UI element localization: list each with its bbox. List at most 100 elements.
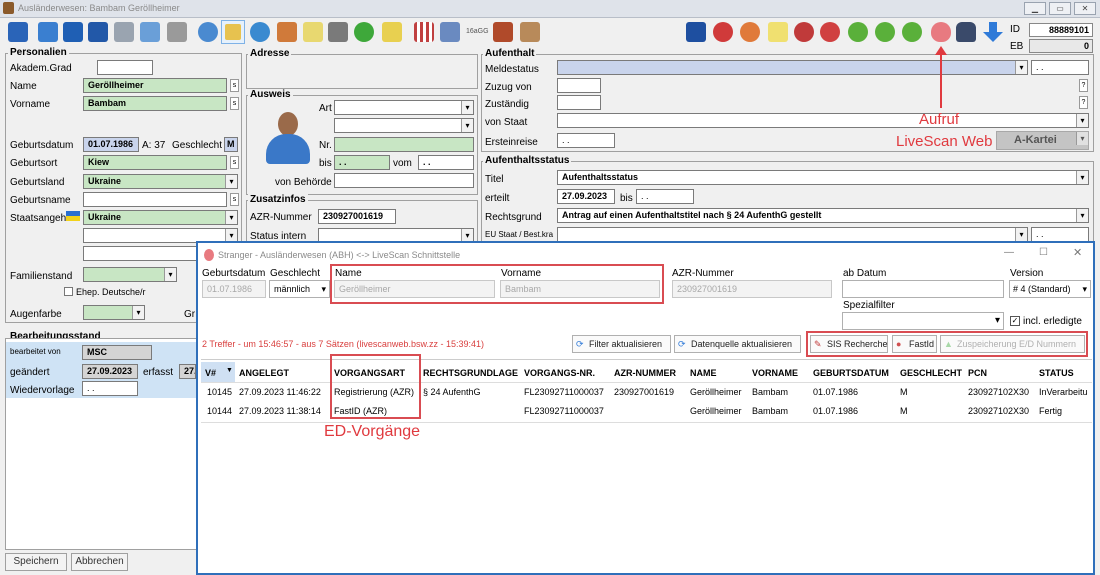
toolbar-gray-icon[interactable] xyxy=(167,22,187,42)
col-geschlecht[interactable]: GESCHLECHT xyxy=(900,368,962,378)
akadem-field[interactable] xyxy=(97,60,153,75)
toolbar-police-icon[interactable] xyxy=(956,22,976,42)
toolbar-book-icon[interactable] xyxy=(114,22,134,42)
dlg-abdatum-field[interactable] xyxy=(842,280,1004,298)
maximize-button[interactable]: ▭ xyxy=(1049,2,1071,15)
rechtsgrund-select[interactable]: Antrag auf einen Aufenthaltstitel nach §… xyxy=(557,208,1089,223)
art-select[interactable]: ▾ xyxy=(334,100,474,115)
zuzug-help-button[interactable]: ? xyxy=(1079,79,1088,92)
toolbar-bug3-icon[interactable] xyxy=(902,22,922,42)
ehep-checkbox[interactable] xyxy=(64,287,73,296)
geburtsname-field[interactable] xyxy=(83,192,227,207)
toolbar-star-icon[interactable] xyxy=(303,22,323,42)
dlg-spezialfilter-select[interactable]: ▾ xyxy=(842,312,1004,330)
toolbar-bug2-icon[interactable] xyxy=(875,22,895,42)
ausweis-bis-field[interactable]: . . xyxy=(334,155,390,170)
col-rechtsgrundlage[interactable]: RECHTSGRUNDLAGE xyxy=(423,368,518,378)
toolbar-grid-icon[interactable] xyxy=(38,22,58,42)
toolbar-edit-icon[interactable] xyxy=(140,22,160,42)
col-angelegt[interactable]: ANGELEGT xyxy=(239,368,289,378)
toolbar-save-icon[interactable] xyxy=(63,22,83,42)
toolbar-no-entry-icon[interactable] xyxy=(713,22,733,42)
toolbar-disk-icon[interactable] xyxy=(88,22,108,42)
dialog-minimize-button[interactable]: — xyxy=(1004,247,1014,258)
col-pcn[interactable]: PCN xyxy=(968,368,987,378)
sis-recherche-button[interactable]: ✎ SIS Recherche xyxy=(810,335,888,353)
titel-select[interactable]: Aufenthaltsstatus ▾ xyxy=(557,170,1089,185)
ersteinreise-field[interactable]: . . xyxy=(557,133,615,148)
zustaendig-help-button[interactable]: ? xyxy=(1079,96,1088,109)
col-vorname[interactable]: VORNAME xyxy=(752,368,798,378)
toolbar-gavel-icon[interactable] xyxy=(493,22,513,42)
col-status[interactable]: STATUS xyxy=(1039,368,1074,378)
speichern-button[interactable]: Speichern xyxy=(5,553,67,571)
toolbar-list-icon[interactable] xyxy=(440,22,460,42)
meldestatus-select[interactable]: ▾ xyxy=(557,60,1028,75)
toolbar-group-icon[interactable] xyxy=(354,22,374,42)
toolbar-bug1-icon[interactable] xyxy=(848,22,868,42)
vorname-lookup-button[interactable]: s xyxy=(230,97,239,110)
erteilt-field[interactable]: 27.09.2023 xyxy=(557,189,615,204)
eu-date[interactable]: . . xyxy=(1031,227,1089,242)
eu-select[interactable]: ▾ xyxy=(557,227,1028,242)
toolbar-warning-icon[interactable] xyxy=(820,22,840,42)
toolbar-lifebuoy-icon[interactable] xyxy=(794,22,814,42)
toolbar-users-icon[interactable] xyxy=(198,22,218,42)
toolbar-doc-icon[interactable] xyxy=(328,22,348,42)
zuspeicherung-button[interactable]: ▲ Zuspeicherung E/D Nummern xyxy=(940,335,1085,353)
behoerde-field[interactable] xyxy=(334,173,474,188)
nr-field[interactable] xyxy=(334,137,474,152)
status-bis-field[interactable]: . . xyxy=(636,189,694,204)
toolbar-ldap-label[interactable]: 16aGG xyxy=(466,28,489,35)
vonstaat-select[interactable]: ▾ xyxy=(557,113,1089,128)
geschlecht-field[interactable]: M xyxy=(224,137,238,152)
name-lookup-button[interactable]: s xyxy=(230,79,239,92)
toolbar-folder-icon-active[interactable] xyxy=(221,20,245,44)
filter-aktualisieren-button[interactable]: ⟳ Filter aktualisieren xyxy=(572,335,671,353)
col-name[interactable]: NAME xyxy=(690,368,717,378)
dialog-close-button[interactable]: ✕ xyxy=(1073,246,1082,259)
col-geburtsdatum[interactable]: GEBURTSDATUM xyxy=(813,368,889,378)
col-vorgangs-nr[interactable]: VORGANGS-NR. xyxy=(524,368,595,378)
akartei-select[interactable]: A-Kartei ▾ xyxy=(996,131,1089,150)
col-vnr[interactable]: V# xyxy=(205,368,216,378)
dlg-geschlecht-select[interactable]: männlich ▾ xyxy=(269,280,330,298)
toolbar-home-icon[interactable] xyxy=(277,22,297,42)
geburtsdatum-field[interactable]: 01.07.1986 xyxy=(83,137,139,152)
familienstand-select[interactable]: ▾ xyxy=(83,267,177,282)
toolbar-note-icon[interactable] xyxy=(768,22,788,42)
ausweis-vom-field[interactable]: . . xyxy=(418,155,474,170)
name-field[interactable]: Geröllheimer xyxy=(83,78,227,93)
azr-field[interactable]: 230927001619 xyxy=(318,209,396,224)
meldestatus-date[interactable]: . . xyxy=(1031,60,1089,75)
staatsangeh-select[interactable]: Ukraine ▾ xyxy=(83,210,238,225)
incl-erledigte-checkbox[interactable]: ✓ xyxy=(1010,316,1020,326)
geburtsland-select[interactable]: Ukraine ▾ xyxy=(83,174,238,189)
toolbar-info-icon[interactable] xyxy=(686,22,706,42)
minimize-button[interactable]: ▁ xyxy=(1024,2,1046,15)
dlg-version-select[interactable]: # 4 (Standard) ▾ xyxy=(1009,280,1091,298)
geburtsort-lookup-button[interactable]: s xyxy=(230,156,239,169)
vorname-field[interactable]: Bambam xyxy=(83,96,227,111)
toolbar-clock-icon[interactable] xyxy=(740,22,760,42)
zuzug-field[interactable] xyxy=(557,78,601,93)
col-azr-nummer[interactable]: AZR-NUMMER xyxy=(614,368,676,378)
dialog-maximize-button[interactable]: ☐ xyxy=(1039,247,1048,258)
close-window-button[interactable]: ✕ xyxy=(1074,2,1096,15)
augenfarbe-select[interactable]: ▾ xyxy=(83,305,145,320)
zustaendig-field[interactable] xyxy=(557,95,601,110)
abbrechen-button[interactable]: Abbrechen xyxy=(71,553,128,571)
geburtsort-field[interactable]: Kiew xyxy=(83,155,227,170)
toolbar-dots-icon[interactable] xyxy=(414,22,434,42)
toolbar-first-icon[interactable] xyxy=(8,22,28,42)
toolbar-bulb-icon[interactable] xyxy=(382,22,402,42)
toolbar-refresh-icon[interactable] xyxy=(250,22,270,42)
art2-select[interactable]: ▾ xyxy=(334,118,474,133)
toolbar-download-icon[interactable] xyxy=(983,22,1003,42)
wiedervorlage-field[interactable]: . . xyxy=(82,381,138,396)
geburtsname-lookup-button[interactable]: s xyxy=(230,193,239,206)
toolbar-coffee-icon[interactable] xyxy=(520,22,540,42)
fastid-button[interactable]: ● FastId xyxy=(892,335,937,353)
livescan-fingerprint-icon[interactable] xyxy=(931,22,951,42)
datenquelle-aktualisieren-button[interactable]: ⟳ Datenquelle aktualisieren xyxy=(674,335,801,353)
